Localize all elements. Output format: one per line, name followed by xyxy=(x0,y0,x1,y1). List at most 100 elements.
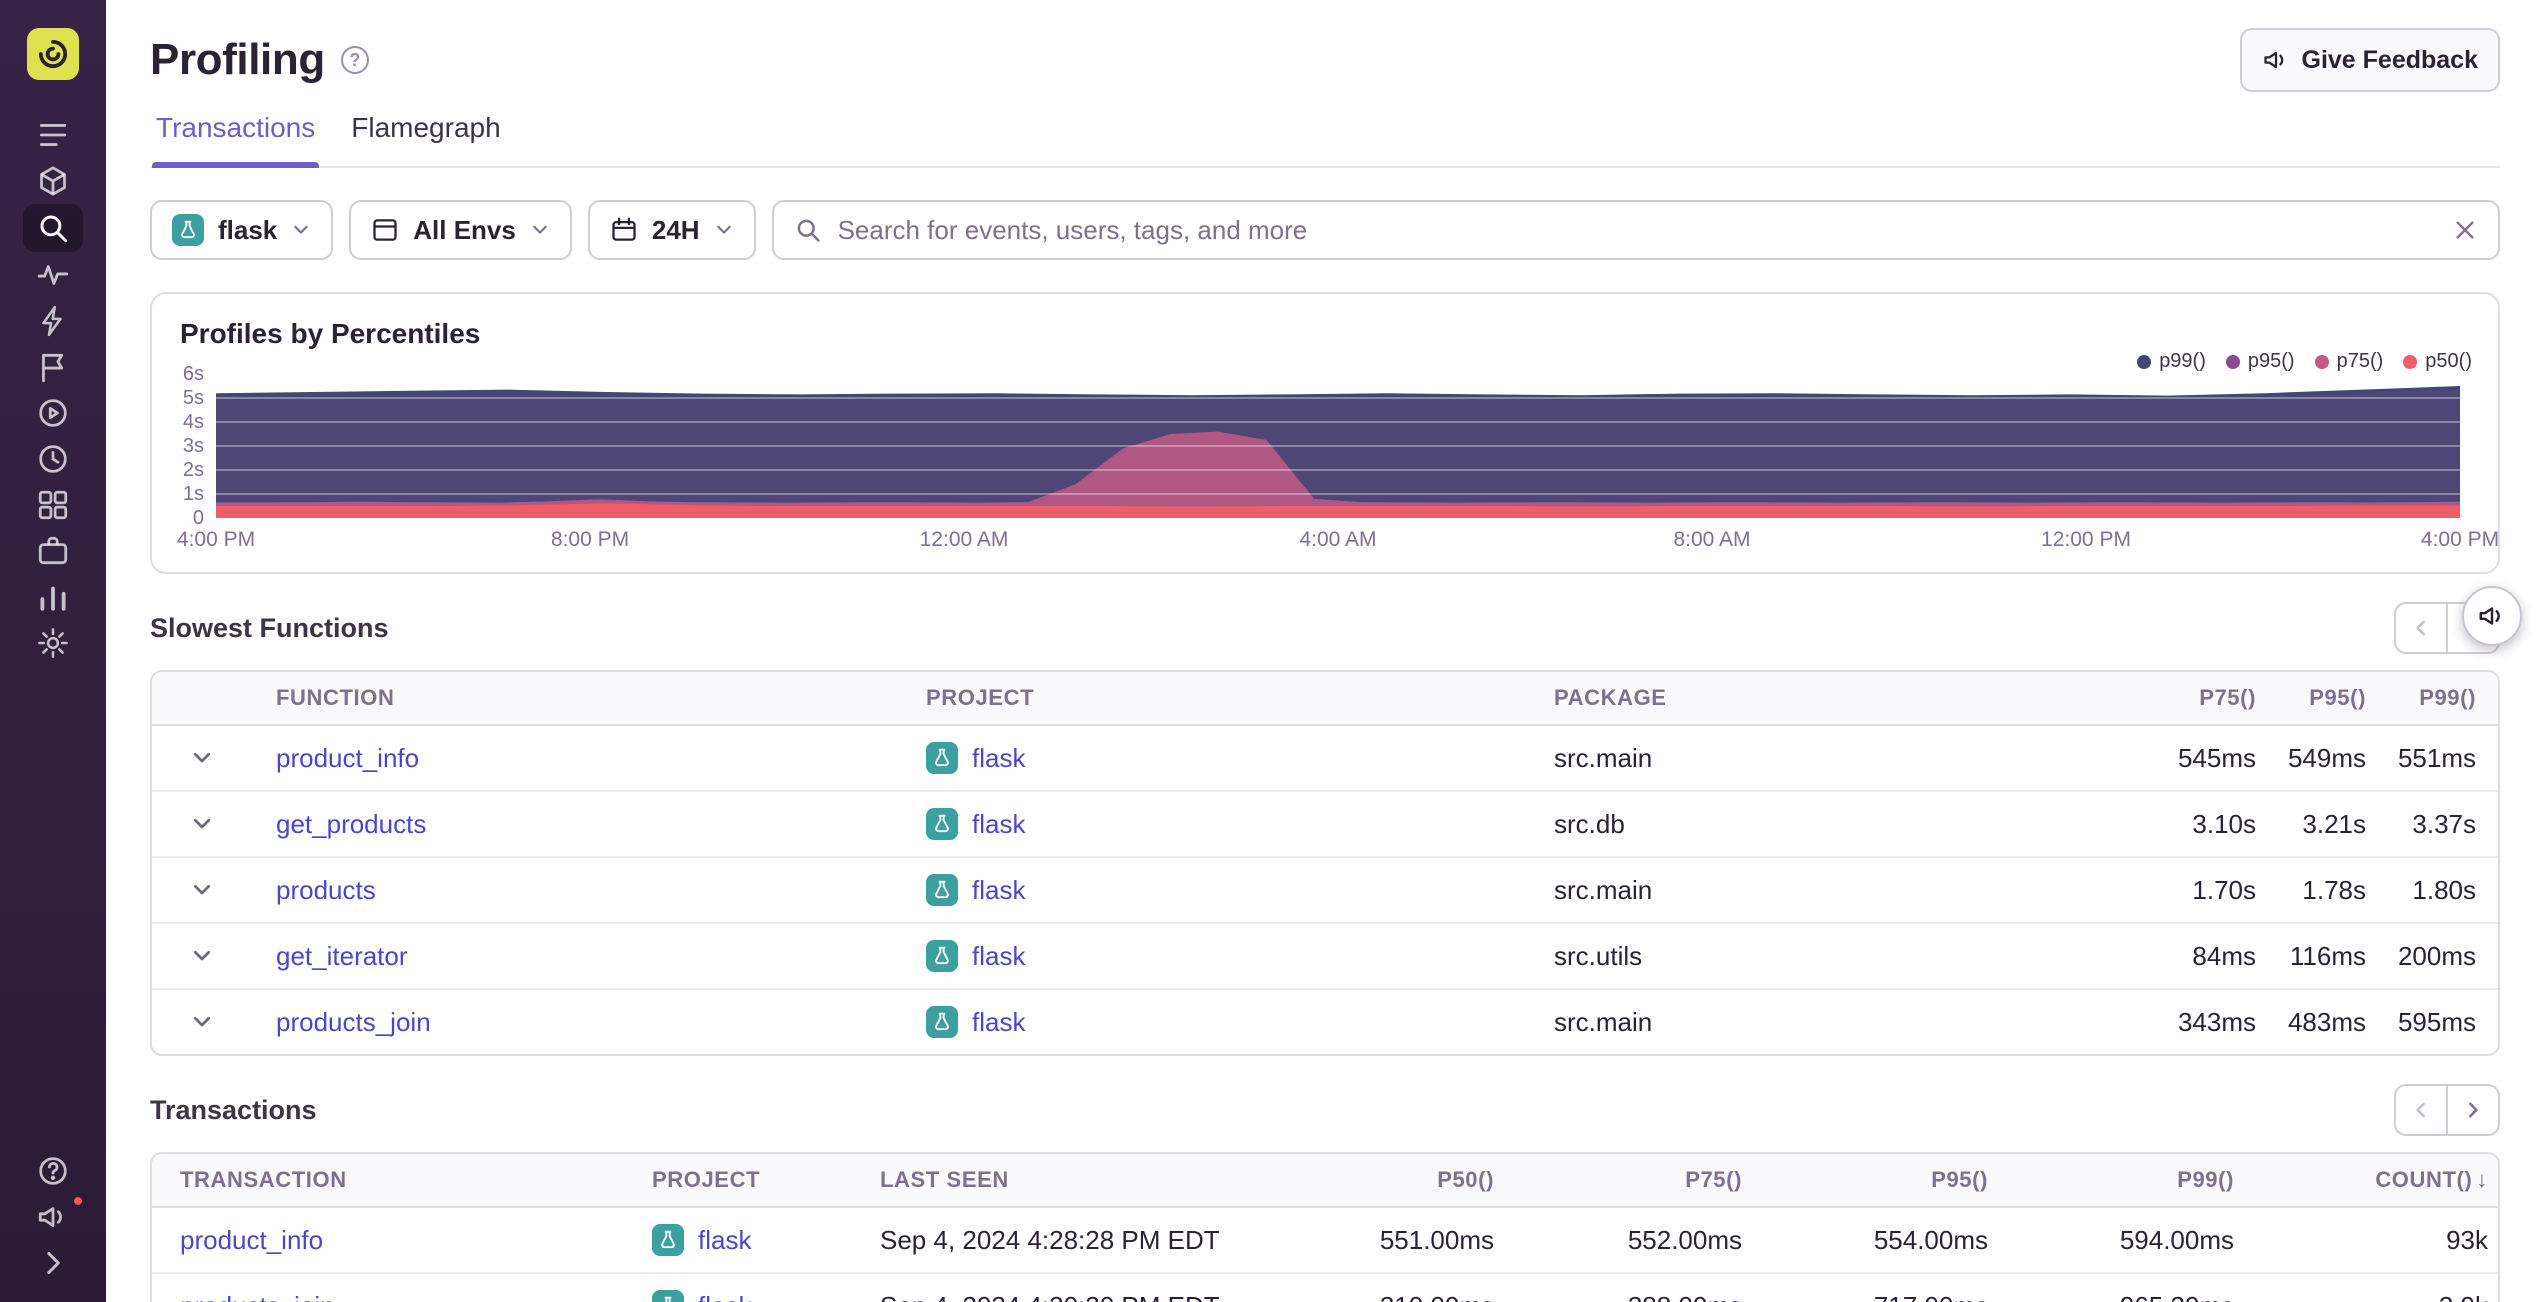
clear-search-icon[interactable] xyxy=(2452,217,2478,243)
help-icon xyxy=(39,1157,67,1185)
y-axis-tick: 6s xyxy=(182,363,204,385)
prev-page-button[interactable] xyxy=(2394,1084,2448,1136)
y-axis-tick: 0 xyxy=(192,507,204,529)
sidebar-item-feedback[interactable] xyxy=(23,344,83,390)
function-link[interactable]: get_iterator xyxy=(276,941,408,971)
org-avatar[interactable] xyxy=(27,28,79,80)
y-axis-tick: 4s xyxy=(182,411,204,433)
y-axis-tick: 5s xyxy=(182,387,204,409)
sidebar-item-alerts[interactable] xyxy=(23,298,83,344)
x-axis-tick: 12:00 PM xyxy=(2041,528,2131,551)
legend-dot xyxy=(2225,354,2240,369)
table-row[interactable]: product_info flask Sep 4, 2024 4:28:28 P… xyxy=(152,1208,2498,1272)
sidebar-item-settings[interactable] xyxy=(23,620,83,666)
table-row[interactable]: products_join flask Sep 4, 2024 4:30:20 … xyxy=(152,1272,2498,1302)
legend-item[interactable]: p75() xyxy=(2314,350,2383,373)
table-row[interactable]: product_info flask src.main 545ms 549ms … xyxy=(152,726,2498,790)
expand-row-button[interactable] xyxy=(184,938,220,974)
whats-new-broadcast-icon xyxy=(38,1207,62,1227)
project-link[interactable]: flask xyxy=(972,941,1025,972)
project-link[interactable]: flask xyxy=(972,875,1025,906)
sidebar-item-replays[interactable] xyxy=(23,390,83,436)
project-link[interactable]: flask xyxy=(698,1291,751,1302)
sidebar-item-dashboards[interactable] xyxy=(23,482,83,528)
date-range-filter-button[interactable]: 24H xyxy=(587,200,756,260)
expand-row-button[interactable] xyxy=(184,1004,220,1040)
tab-flamegraph[interactable]: Flamegraph xyxy=(347,100,504,166)
expand-row-button[interactable] xyxy=(184,806,220,842)
y-axis-tick: 2s xyxy=(182,459,204,481)
sidebar-item-releases[interactable] xyxy=(23,528,83,574)
function-link[interactable]: products xyxy=(276,875,376,905)
releases-briefcase-icon xyxy=(38,536,68,565)
last-seen-cell: Sep 4, 2024 4:30:20 PM EDT xyxy=(852,1272,1282,1302)
transaction-link[interactable]: product_info xyxy=(180,1225,323,1255)
legend-item[interactable]: p95() xyxy=(2225,350,2295,373)
table-row[interactable]: products flask src.main 1.70s 1.78s 1.80… xyxy=(152,856,2498,922)
count-cell: 3.9k xyxy=(2234,1272,2498,1302)
transactions-title: Transactions xyxy=(150,1094,317,1125)
sidebar-item-stats[interactable] xyxy=(23,574,83,620)
search-input[interactable] xyxy=(837,214,2436,246)
col-count[interactable]: COUNT() ↓ xyxy=(2234,1154,2498,1208)
floating-feedback-button[interactable] xyxy=(2462,586,2522,646)
chart-legend: p99() p95() p75() p50() xyxy=(2137,350,2472,373)
x-axis-tick: 4:00 PM xyxy=(176,528,256,551)
sidebar-item-projects[interactable] xyxy=(23,158,83,204)
chart-title: Profiles by Percentiles xyxy=(180,318,481,349)
legend-item[interactable]: p99() xyxy=(2137,350,2206,373)
sidebar-item-crons[interactable] xyxy=(23,436,83,482)
legend-item[interactable]: p50() xyxy=(2403,350,2472,373)
environment-filter-button[interactable]: All Envs xyxy=(349,200,572,260)
sidebar-item-whats-new[interactable] xyxy=(23,1194,85,1240)
chart-plot-area[interactable] xyxy=(216,374,2460,518)
function-link[interactable]: product_info xyxy=(276,743,419,773)
page-help-icon[interactable]: ? xyxy=(340,46,369,74)
project-link[interactable]: flask xyxy=(972,809,1025,840)
search-bar xyxy=(771,200,2500,260)
col-p75: P75() xyxy=(2082,672,2256,726)
sidebar-item-explore[interactable] xyxy=(23,204,83,252)
transaction-link[interactable]: products_join xyxy=(180,1291,335,1302)
sidebar-item-issues[interactable] xyxy=(23,112,83,158)
give-feedback-button[interactable]: Give Feedback xyxy=(2239,28,2500,92)
project-link[interactable]: flask xyxy=(972,1007,1025,1038)
table-row[interactable]: get_products flask src.db 3.10s 3.21s 3.… xyxy=(152,790,2498,856)
function-link[interactable]: get_products xyxy=(276,809,426,839)
transactions-header: Transactions xyxy=(150,1084,2500,1136)
table-row[interactable]: products_join flask src.main 343ms 483ms… xyxy=(152,988,2498,1054)
project-link[interactable]: flask xyxy=(972,743,1025,774)
project-link[interactable]: flask xyxy=(698,1225,751,1256)
sidebar-collapse-button[interactable] xyxy=(23,1240,83,1286)
p75-cell: 552.00ms xyxy=(1627,1224,1742,1255)
chevron-down-icon xyxy=(193,884,211,895)
series-p95() xyxy=(216,389,2460,518)
megaphone-icon xyxy=(2479,607,2500,625)
last-seen-cell: Sep 4, 2024 4:28:28 PM EDT xyxy=(880,1224,1220,1255)
filter-bar: flask All Envs 24H xyxy=(150,200,2500,260)
sidebar-item-help[interactable] xyxy=(23,1148,83,1194)
p99-cell: 551ms xyxy=(2397,742,2476,773)
sidebar-item-traces[interactable] xyxy=(23,252,83,298)
expand-row-button[interactable] xyxy=(184,740,220,776)
tab-transactions[interactable]: Transactions xyxy=(152,100,319,168)
p95-cell: 554.00ms xyxy=(1873,1224,1988,1255)
p75-cell: 3.10s xyxy=(2082,790,2256,856)
next-page-button[interactable] xyxy=(2446,1084,2500,1136)
expand-row-button[interactable] xyxy=(184,872,220,908)
legend-dot xyxy=(2314,354,2329,369)
table-row[interactable]: get_iterator flask src.utils 84ms 116ms … xyxy=(152,922,2498,988)
page-header: Profiling ? Give Feedback xyxy=(150,24,2500,96)
package-cell: src.db xyxy=(1530,790,2082,856)
legend-dot xyxy=(2403,354,2418,369)
package-cell: src.main xyxy=(1530,856,2082,922)
col-p95: P95() xyxy=(1742,1154,1988,1208)
project-filter-label: flask xyxy=(218,214,278,245)
project-filter-button[interactable]: flask xyxy=(150,200,334,260)
col-package: PACKAGE xyxy=(1530,672,2082,726)
flask-project-icon xyxy=(926,742,958,774)
prev-page-button[interactable] xyxy=(2394,602,2448,654)
function-link[interactable]: products_join xyxy=(276,1007,431,1037)
p75-cell: 1.70s xyxy=(2082,856,2256,922)
col-function: FUNCTION xyxy=(252,672,902,726)
